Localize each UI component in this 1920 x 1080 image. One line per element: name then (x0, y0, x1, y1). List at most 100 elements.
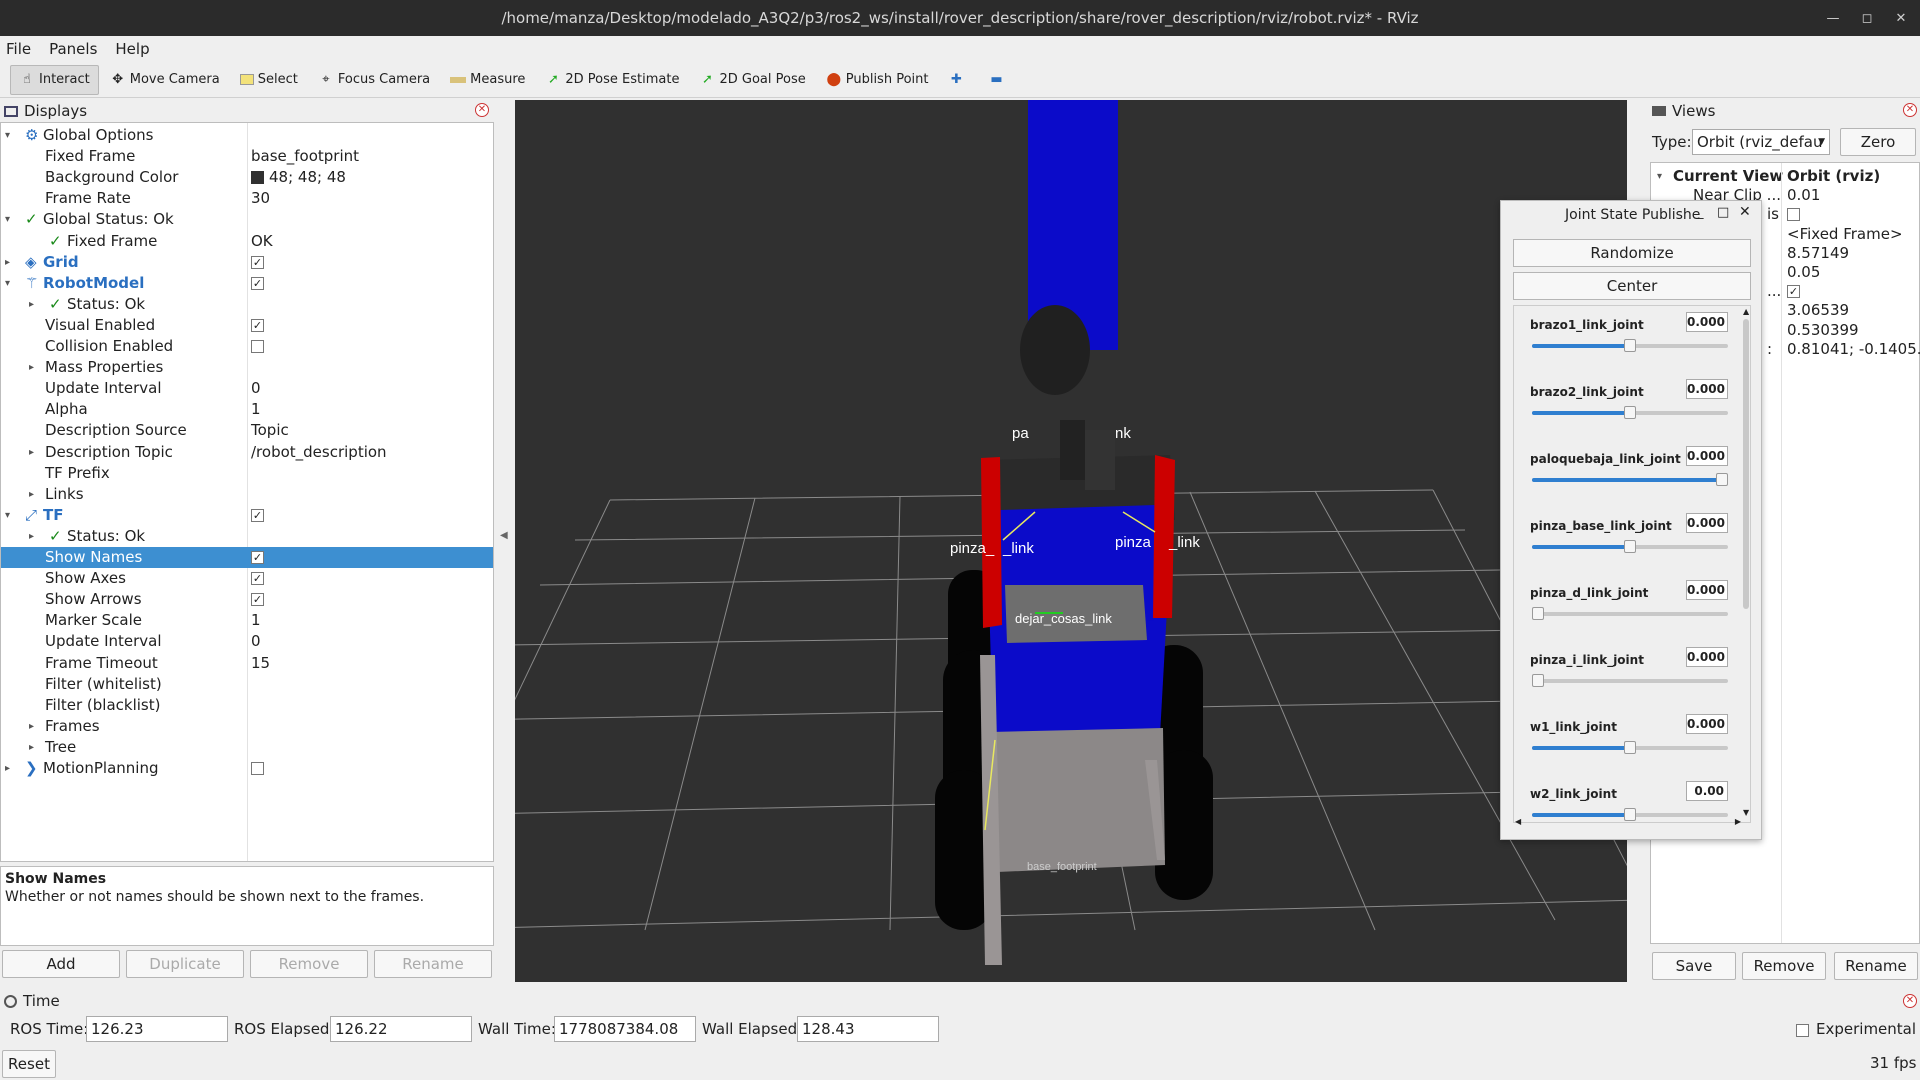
display-row-value[interactable]: 15 (251, 653, 270, 674)
collapse-arrow-icon[interactable]: ▾ (5, 209, 10, 230)
menu-help[interactable]: Help (115, 40, 149, 58)
joint-slider[interactable] (1532, 607, 1728, 620)
expand-arrow-icon[interactable]: ▸ (29, 484, 34, 505)
joint-value-field[interactable]: 0.00 (1686, 781, 1728, 801)
view-row-value-cell[interactable]: Orbit (rviz) (1787, 167, 1880, 186)
menu-panels[interactable]: Panels (49, 40, 97, 58)
display-tree-row[interactable]: Alpha 1 (1, 399, 493, 420)
experimental-checkbox[interactable] (1796, 1021, 1809, 1039)
tool-select[interactable]: Select (231, 65, 307, 95)
display-tree-row[interactable]: ▸ ✓ Status: Ok (1, 526, 493, 547)
close-displays-icon[interactable]: ✕ (475, 103, 489, 117)
display-tree-row[interactable]: ▾ ✓ Global Status: Ok (1, 209, 493, 230)
joint-value-field[interactable]: 0.000 (1686, 580, 1728, 600)
display-tree-row[interactable]: Frame Rate 30 (1, 188, 493, 209)
reset-button[interactable]: Reset (2, 1050, 56, 1078)
remove-button[interactable]: Remove (250, 950, 368, 978)
jsp-minimize-icon[interactable]: _ (1697, 205, 1704, 220)
display-row-value[interactable]: OK (251, 231, 273, 252)
joint-slider[interactable] (1532, 339, 1728, 352)
tool-move-camera[interactable]: ✥ Move Camera (101, 65, 229, 95)
view-property-row[interactable]: ▾ Current View Orbit (rviz) (1651, 167, 1919, 186)
display-row-value[interactable] (251, 273, 264, 294)
view-row-value-cell[interactable]: 0.530399 (1787, 321, 1859, 340)
slider-handle[interactable] (1624, 741, 1636, 754)
slider-handle[interactable] (1624, 406, 1636, 419)
add-tool-button[interactable]: ✚ (939, 65, 977, 95)
scroll-right-icon[interactable]: ▶ (1735, 817, 1741, 826)
view-row-value-cell[interactable] (1787, 282, 1800, 301)
display-tree-row[interactable]: Background Color 48; 48; 48 (1, 167, 493, 188)
display-tree-row[interactable]: ▾ ⚚ RobotModel (1, 273, 493, 294)
joint-slider[interactable] (1532, 741, 1728, 754)
checkbox[interactable] (251, 572, 264, 586)
slider-handle[interactable] (1624, 339, 1636, 352)
remove-tool-button[interactable]: ▬ (979, 65, 1017, 95)
display-row-value[interactable]: 1 (251, 399, 261, 420)
joint-slider[interactable] (1532, 674, 1728, 687)
view-row-value-cell[interactable]: 3.06539 (1787, 301, 1849, 320)
slider-handle[interactable] (1716, 473, 1728, 486)
slider-handle[interactable] (1624, 540, 1636, 553)
collapse-arrow-icon[interactable]: ▾ (5, 273, 10, 294)
checkbox[interactable] (251, 593, 264, 607)
display-row-value[interactable]: 1 (251, 610, 261, 631)
joint-value-field[interactable]: 0.000 (1686, 647, 1728, 667)
checkbox[interactable] (251, 276, 264, 290)
checkbox[interactable] (251, 762, 264, 775)
expand-arrow-icon[interactable]: ▸ (29, 442, 34, 463)
display-tree-row[interactable]: ▸ Links (1, 484, 493, 505)
display-tree-row[interactable]: ▸ Frames (1, 716, 493, 737)
wall-elapsed-field[interactable]: 128.43 (797, 1016, 939, 1042)
views-type-select[interactable]: Orbit (rviz_defau ▼ (1692, 129, 1830, 155)
joint-slider[interactable] (1532, 473, 1728, 486)
checkbox[interactable] (251, 551, 264, 564)
display-tree-row[interactable]: Filter (whitelist) (1, 674, 493, 695)
view-row-value-cell[interactable]: <Fixed Frame> (1787, 225, 1903, 244)
display-tree-row[interactable]: ▸ ◈ Grid (1, 252, 493, 273)
tool-2d-pose-estimate[interactable]: ➚ 2D Pose Estimate (536, 65, 688, 95)
jsp-vertical-scrollbar[interactable]: ▲ ▼ (1741, 307, 1751, 817)
collapse-arrow-icon[interactable]: ▾ (5, 125, 10, 146)
checkbox[interactable] (1787, 208, 1800, 222)
display-tree-row[interactable]: Show Axes (1, 568, 493, 589)
wall-time-field[interactable]: 1778087384.08 (554, 1016, 696, 1042)
color-swatch[interactable] (251, 171, 264, 185)
display-row-value[interactable]: 0 (251, 631, 261, 652)
expand-arrow-icon[interactable]: ▸ (29, 716, 34, 737)
close-icon[interactable]: ✕ (1886, 0, 1916, 36)
scrollbar-thumb[interactable] (1743, 319, 1749, 609)
jsp-maximize-icon[interactable]: □ (1717, 205, 1729, 220)
joint-slider[interactable] (1532, 540, 1728, 553)
display-tree-row[interactable]: Marker Scale 1 (1, 610, 493, 631)
jsp-horizontal-scrollbar[interactable]: ◀ ▶ (1515, 817, 1741, 829)
scroll-up-icon[interactable]: ▲ (1743, 307, 1749, 316)
collapse-handle-icon[interactable]: ◀ (500, 530, 508, 541)
display-row-value[interactable]: 30 (251, 188, 270, 209)
joint-value-field[interactable]: 0.000 (1686, 714, 1728, 734)
collapse-arrow-icon[interactable]: ▾ (5, 505, 10, 526)
display-tree-row[interactable]: Visual Enabled (1, 315, 493, 336)
collapse-arrow-icon[interactable]: ▾ (1657, 167, 1662, 186)
joints-scroll-area[interactable]: brazo1_link_joint 0.000 brazo2_link_joint 0… (1513, 305, 1751, 823)
display-tree-row[interactable]: ▸ Description Topic/robot_description (1, 442, 493, 463)
views-rename-button[interactable]: Rename (1834, 952, 1918, 980)
randomize-button[interactable]: Randomize (1513, 239, 1751, 267)
tool-publish-point[interactable]: ⬤ Publish Point (817, 65, 938, 95)
ros-time-field[interactable]: 126.23 (86, 1016, 228, 1042)
tool-2d-goal-pose[interactable]: ➚ 2D Goal Pose (690, 65, 814, 95)
checkbox[interactable] (251, 318, 264, 332)
joint-value-field[interactable]: 0.000 (1686, 312, 1728, 332)
display-tree-row[interactable]: ▾ ⚙ Global Options (1, 125, 493, 146)
display-row-value[interactable]: base_footprint (251, 146, 359, 167)
display-tree-row[interactable]: ▾ ⤢ TF (1, 505, 493, 526)
display-tree-row[interactable]: ▸ Tree (1, 737, 493, 758)
menu-file[interactable]: File (6, 40, 31, 58)
display-tree-row[interactable]: Update Interval 0 (1, 631, 493, 652)
display-tree-row[interactable]: ▸ Mass Properties (1, 357, 493, 378)
expand-arrow-icon[interactable]: ▸ (29, 526, 34, 547)
display-row-value[interactable] (251, 252, 264, 273)
display-tree-row[interactable]: ▸ ❯ MotionPlanning (1, 758, 493, 779)
view-row-value-cell[interactable]: 0.01 (1787, 186, 1820, 205)
checkbox[interactable] (251, 508, 264, 522)
